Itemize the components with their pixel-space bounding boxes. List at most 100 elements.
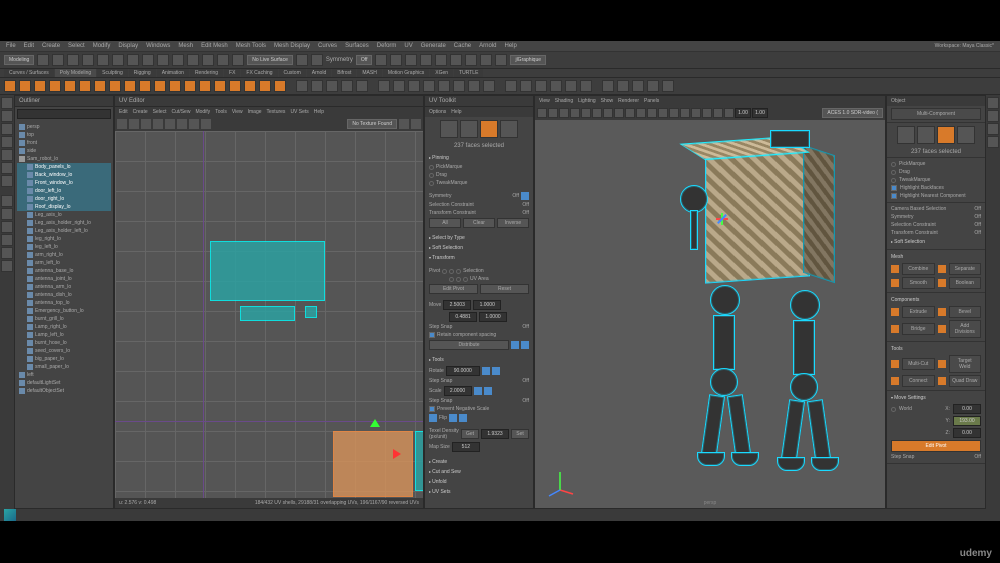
rotate-ccw-icon[interactable]	[482, 367, 490, 375]
extrude-button[interactable]: Extrude	[902, 306, 935, 318]
shelf-ultrashape-icon[interactable]	[244, 80, 256, 92]
soft-selection-section[interactable]: Soft Selection	[429, 243, 529, 253]
shelf-crease-icon[interactable]	[632, 80, 644, 92]
vp-tool-icon[interactable]	[702, 108, 712, 118]
separate-button[interactable]: Separate	[949, 263, 982, 275]
bridge-button[interactable]: Bridge	[902, 323, 935, 335]
shelf-torus-icon[interactable]	[64, 80, 76, 92]
move-gizmo-y-icon[interactable]	[370, 419, 380, 427]
uv-canvas[interactable]	[115, 131, 423, 498]
shelf-helix-icon[interactable]	[169, 80, 181, 92]
layout-single-icon[interactable]	[1, 195, 13, 207]
create-section[interactable]: Create	[429, 457, 529, 467]
uv-menu-uvsets[interactable]: UV Sets	[290, 109, 308, 115]
panel-icon[interactable]	[465, 54, 477, 66]
undo-icon[interactable]	[82, 54, 94, 66]
select-inverse-button[interactable]: Inverse	[497, 218, 529, 228]
shelf-tab-custom[interactable]: Custom	[279, 69, 306, 77]
edit-pivot-button[interactable]: Edit Pivot	[429, 284, 478, 294]
vertex-mode-icon[interactable]	[897, 126, 915, 144]
panel-icon[interactable]	[495, 54, 507, 66]
last-tool-icon[interactable]	[1, 175, 13, 187]
module-dropdown[interactable]: Modeling	[4, 55, 34, 65]
outliner-item[interactable]: door_left_lo	[17, 187, 111, 195]
render-icon[interactable]	[375, 54, 387, 66]
soft-selection-section[interactable]: Soft Selection	[891, 237, 981, 247]
boolean-button[interactable]: Boolean	[949, 277, 982, 289]
outliner-item[interactable]: burnt_hose_lo	[17, 339, 111, 347]
uv-menu-create[interactable]: Create	[133, 109, 148, 115]
edge-mode-icon[interactable]	[460, 120, 478, 138]
snap-icon[interactable]	[232, 54, 244, 66]
shelf-tab-fxcaching[interactable]: FX Caching	[241, 69, 277, 77]
outliner-item[interactable]: Roof_display_lo	[17, 203, 111, 211]
shelf-tab-fx[interactable]: FX	[224, 69, 240, 77]
outliner-item[interactable]: antenna_dish_lo	[17, 291, 111, 299]
menu-deform[interactable]: Deform	[377, 43, 397, 49]
retain-spacing-check[interactable]	[429, 332, 435, 338]
shelf-multicut-icon[interactable]	[438, 80, 450, 92]
channelbox-icon[interactable]	[987, 97, 999, 109]
shelf-gear-icon[interactable]	[184, 80, 196, 92]
outliner-item[interactable]: leg_left_lo	[17, 243, 111, 251]
texel-set-button[interactable]: Set	[511, 429, 529, 439]
mesh-section[interactable]: Mesh	[891, 252, 981, 262]
snap-icon[interactable]	[157, 54, 169, 66]
redo-icon[interactable]	[97, 54, 109, 66]
shelf-plane-icon[interactable]	[79, 80, 91, 92]
outliner-item[interactable]: Sam_robot_lo	[17, 155, 111, 163]
outliner-item[interactable]: Leg_axis_holder_left_lo	[17, 227, 111, 235]
shelf-uveditor-icon[interactable]	[580, 80, 592, 92]
layout-hypershade-icon[interactable]	[1, 247, 13, 259]
uv-tool-icon[interactable]	[399, 119, 409, 129]
shelf-pipe-icon[interactable]	[154, 80, 166, 92]
distribute-button[interactable]: Distribute	[429, 340, 509, 350]
texel-density-input[interactable]	[481, 429, 509, 439]
account-dropdown[interactable]: jlGraphique	[510, 55, 546, 65]
edge-mode-icon[interactable]	[917, 126, 935, 144]
drag-radio[interactable]	[891, 170, 896, 175]
colorspace-dropdown[interactable]: ACES 1.0 SDR-video (	[822, 108, 883, 118]
uv-menu-view[interactable]: View	[232, 109, 243, 115]
uv-shell[interactable]	[210, 241, 325, 301]
shelf-bridge-icon[interactable]	[408, 80, 420, 92]
uv-menu-image[interactable]: Image	[248, 109, 262, 115]
outliner-item[interactable]: burnt_grill_lo	[17, 315, 111, 323]
distribute-u-icon[interactable]	[511, 341, 519, 349]
shelf-uvplanar-icon[interactable]	[505, 80, 517, 92]
shelf-uvspherical-icon[interactable]	[535, 80, 547, 92]
distribute-v-icon[interactable]	[521, 341, 529, 349]
tweak-radio[interactable]	[429, 181, 434, 186]
shelf-tab-xgen[interactable]: XGen	[430, 69, 453, 77]
outliner-item[interactable]: Leg_axis_holder_right_lo	[17, 219, 111, 227]
shelf-uvcylindrical-icon[interactable]	[520, 80, 532, 92]
shelf-combine-icon[interactable]	[296, 80, 308, 92]
attribute-editor-icon[interactable]	[987, 110, 999, 122]
vp-tool-icon[interactable]	[603, 108, 613, 118]
vp-tool-icon[interactable]	[548, 108, 558, 118]
cutsew-section[interactable]: Cut and Sew	[429, 467, 529, 477]
outliner-item[interactable]: side	[17, 147, 111, 155]
uv-mode-icon[interactable]	[500, 120, 518, 138]
vp-menu-view[interactable]: View	[539, 98, 550, 104]
outliner-item[interactable]: front	[17, 139, 111, 147]
multi-component-button[interactable]: Multi-Component	[891, 108, 981, 120]
shelf-tab-rigging[interactable]: Rigging	[129, 69, 156, 77]
vp-tool-icon[interactable]	[691, 108, 701, 118]
vp-menu-shading[interactable]: Shading	[555, 98, 573, 104]
outliner-item[interactable]: big_paper_lo	[17, 355, 111, 363]
vp-menu-renderer[interactable]: Renderer	[618, 98, 639, 104]
map-size-input[interactable]	[452, 442, 480, 452]
shelf-tab-curves[interactable]: Curves / Surfaces	[4, 69, 54, 77]
tool-settings-icon[interactable]	[987, 123, 999, 135]
live-surface-dropdown[interactable]: No Live Surface	[247, 55, 293, 65]
highlight-backfaces-check[interactable]	[891, 185, 897, 191]
vp-tool-icon[interactable]	[570, 108, 580, 118]
shelf-uncrease-icon[interactable]	[647, 80, 659, 92]
select-by-type-section[interactable]: Select by Type	[429, 233, 529, 243]
scale-up-icon[interactable]	[474, 387, 482, 395]
snap-icon[interactable]	[202, 54, 214, 66]
render-icon[interactable]	[405, 54, 417, 66]
rotate-input[interactable]	[446, 366, 480, 376]
vp-menu-lighting[interactable]: Lighting	[578, 98, 596, 104]
